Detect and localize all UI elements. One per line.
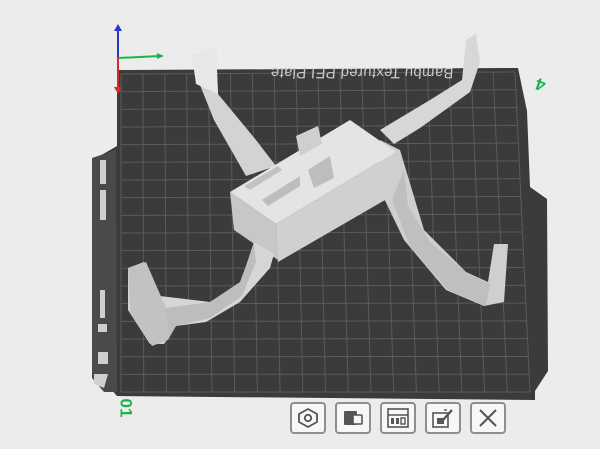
3d-viewport[interactable]: Bambu Textured PEI Plate 4 01 xyxy=(0,0,600,449)
plate-number-bottom[interactable]: 01 xyxy=(115,399,135,418)
close-button[interactable] xyxy=(470,402,506,434)
arrange-button[interactable] xyxy=(335,402,371,434)
plate-name-label: Bambu Textured PEI Plate xyxy=(269,64,455,81)
layout-icon xyxy=(387,408,409,428)
edit-icon xyxy=(432,409,453,428)
orient-icon xyxy=(298,407,318,429)
arrange-icon xyxy=(344,411,363,425)
plate-toolbar xyxy=(290,398,506,438)
edit-button[interactable] xyxy=(425,402,461,434)
close-icon xyxy=(479,409,497,427)
orient-button[interactable] xyxy=(290,402,326,434)
layout-button[interactable] xyxy=(380,402,416,434)
